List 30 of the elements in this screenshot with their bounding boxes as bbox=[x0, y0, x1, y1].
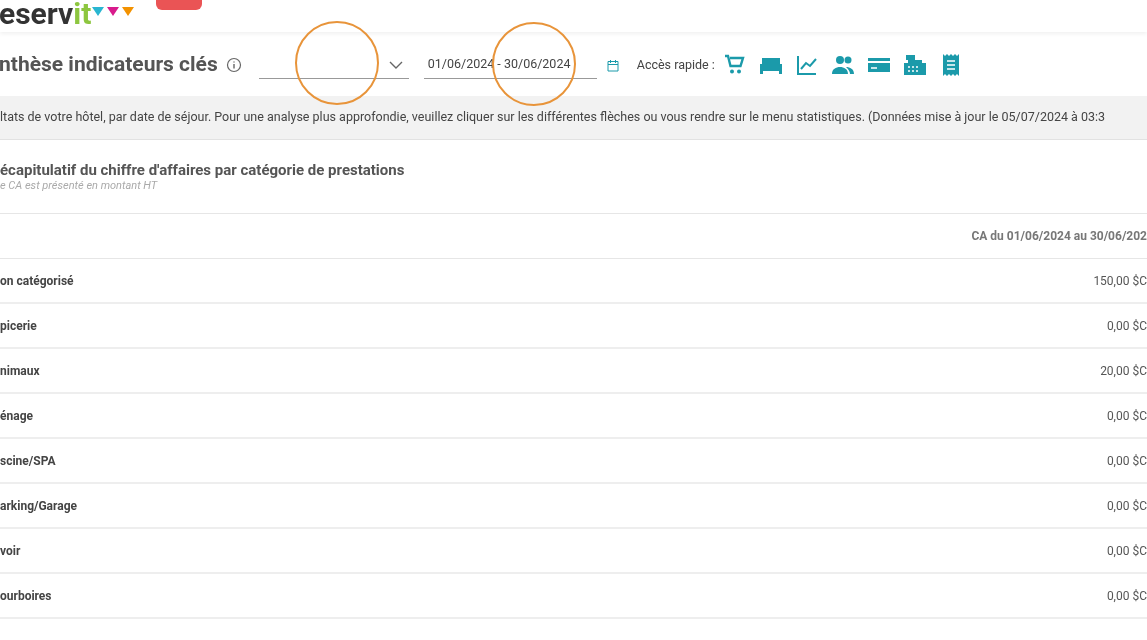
page-title: nthèse indicateurs clés bbox=[0, 51, 218, 79]
amount-cell-text: 0,00 $C bbox=[1106, 497, 1147, 515]
info-text: ltats de votre hôtel, par date de séjour. Pour une analyse plus approfondie, veuillez cliquer sur les différentes flèches ou vous rendre sur le menu statistiques. (Données mise à jour le 05/07/2024 à 03:3 bbox=[0, 108, 1106, 127]
people-icon[interactable] bbox=[830, 53, 855, 77]
amount-cell-text: 0,00 $C bbox=[1106, 587, 1147, 605]
category-label: picerie bbox=[0, 317, 37, 335]
line-chart-icon[interactable] bbox=[794, 53, 819, 77]
category-label: voir bbox=[0, 542, 21, 560]
logo[interactable]: eservit bbox=[0, 0, 92, 29]
section-title: écapitulatif du chiffre d'affaires par catégorie de prestations bbox=[0, 160, 406, 180]
badge bbox=[156, 0, 203, 10]
amount-cell-text: 20,00 $C bbox=[1100, 362, 1147, 380]
amount-cell-text: 0,00 $C bbox=[1106, 542, 1147, 560]
calendar-icon[interactable] bbox=[606, 58, 619, 72]
chevron-down-icon bbox=[388, 60, 403, 69]
info-icon[interactable] bbox=[225, 57, 242, 73]
column-header: CA du 01/06/2024 au 30/06/202 bbox=[971, 228, 1147, 245]
quick-access-label: Accès rapide : bbox=[636, 55, 715, 74]
category-label: on catégorisé bbox=[0, 272, 74, 290]
cash-register-icon[interactable] bbox=[902, 53, 927, 77]
amount-cell-text: 0,00 $C bbox=[1106, 407, 1147, 425]
category-label: ourboires bbox=[0, 587, 52, 605]
amount-cell-text: 0,00 $C bbox=[1106, 317, 1147, 335]
section-subtitle: e CA est présenté en montant HT bbox=[0, 180, 159, 192]
category-label: arking/Garage bbox=[0, 497, 77, 515]
amount-cell-text: 0,00 $C bbox=[1106, 452, 1147, 470]
category-label: nimaux bbox=[0, 362, 40, 380]
amount-cell-text: 150,00 $C bbox=[1093, 272, 1147, 290]
category-label: scine/SPA bbox=[0, 452, 56, 470]
category-label: énage bbox=[0, 407, 33, 425]
